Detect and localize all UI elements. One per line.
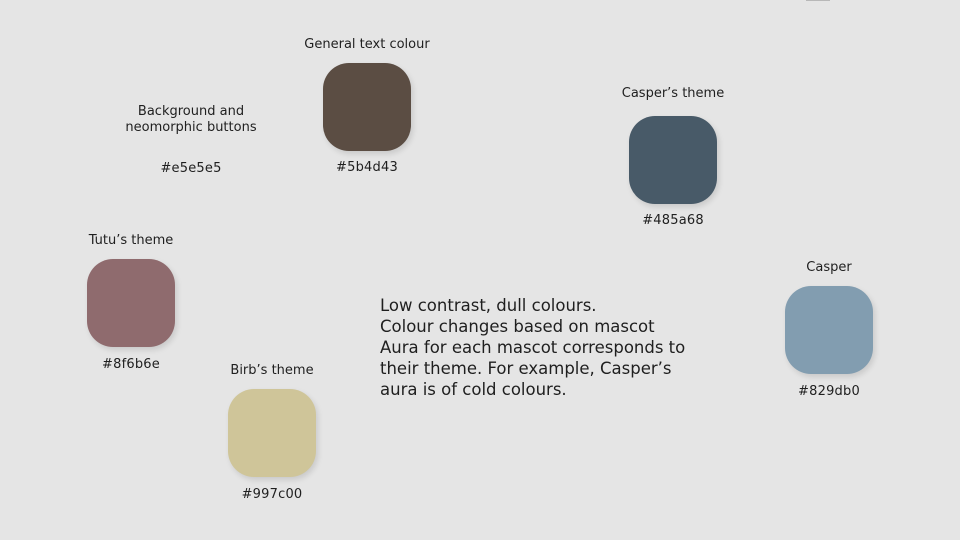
background-hex: #e5e5e5 <box>160 161 222 176</box>
caspers-theme-swatch-group: Casper’s theme #485a68 <box>583 86 763 229</box>
birbs-theme-swatch-group: Birb’s theme #997c00 <box>182 363 362 503</box>
general-text-hex: #5b4d43 <box>336 160 398 175</box>
birbs-theme-label: Birb’s theme <box>230 363 314 378</box>
note-line1: Low contrast, dull colours. <box>380 296 597 315</box>
casper-swatch-group: Casper #829db0 <box>739 260 919 400</box>
top-edge-line <box>806 0 830 1</box>
general-text-swatch-group: General text colour #5b4d43 <box>277 37 457 176</box>
tutus-theme-hex: #8f6b6e <box>102 357 160 372</box>
tutus-theme-swatch <box>87 259 175 347</box>
background-label-line2: neomorphic buttons <box>125 120 257 135</box>
note-line5: aura is of cold colours. <box>380 380 567 399</box>
caspers-theme-label: Casper’s theme <box>621 86 725 101</box>
description-note: Low contrast, dull colours. Colour chang… <box>380 295 740 400</box>
background-swatch-group: Background and neomorphic buttons #e5e5e… <box>91 104 291 177</box>
birbs-theme-hex: #997c00 <box>241 487 303 502</box>
general-text-swatch <box>323 63 411 151</box>
caspers-theme-hex: #485a68 <box>642 213 704 228</box>
background-label-line1: Background and <box>137 104 245 119</box>
background-label: Background and neomorphic buttons <box>125 104 256 136</box>
casper-label: Casper <box>806 260 852 275</box>
tutus-theme-swatch-group: Tutu’s theme #8f6b6e <box>41 233 221 373</box>
note-line2: Colour changes based on mascot <box>380 317 655 336</box>
birbs-theme-swatch <box>228 389 316 477</box>
note-line4: their theme. For example, Casper’s <box>380 359 672 378</box>
casper-hex: #829db0 <box>798 384 860 399</box>
caspers-theme-swatch <box>629 116 717 204</box>
tutus-theme-label: Tutu’s theme <box>88 233 174 248</box>
casper-swatch <box>785 286 873 374</box>
note-line3: Aura for each mascot corresponds to <box>380 338 686 357</box>
general-text-label: General text colour <box>304 37 430 52</box>
